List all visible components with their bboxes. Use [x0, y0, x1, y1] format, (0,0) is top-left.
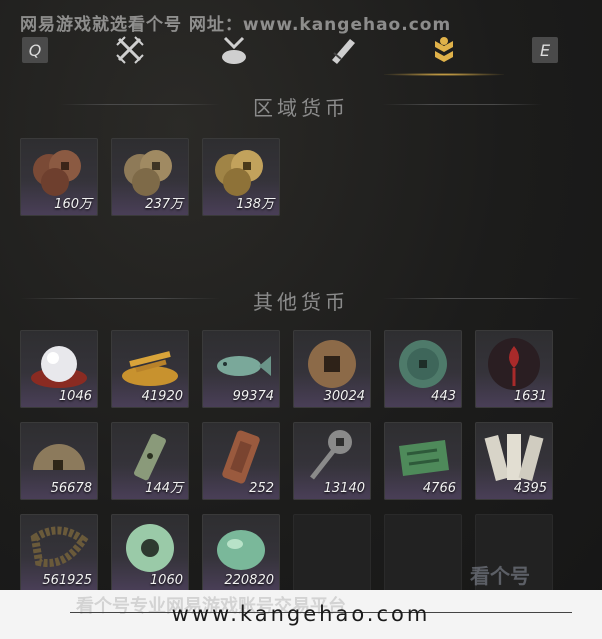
currency-slot[interactable]: 56678 — [20, 422, 98, 500]
divider — [60, 104, 220, 105]
currency-amount: 41920 — [141, 389, 183, 404]
tab-currency[interactable] — [384, 32, 504, 76]
currency-amount: 561925 — [42, 573, 92, 588]
currency-amount: 1631 — [513, 389, 547, 404]
divider — [382, 298, 582, 299]
crossed-swords-icon — [116, 36, 144, 64]
currency-slot[interactable]: 144万 — [111, 422, 189, 500]
currency-slot[interactable]: 220820 — [202, 514, 280, 592]
pearl-icon — [31, 346, 87, 388]
currency-slot[interactable]: 4395 — [475, 422, 553, 500]
jade-bi-icon — [126, 524, 174, 572]
empty-slot — [293, 514, 371, 592]
currency-amount: 30024 — [323, 389, 365, 404]
regional-currency-header: 区域货币 — [0, 92, 602, 121]
jade-coin-icon — [399, 340, 447, 388]
pouch-icon — [222, 36, 246, 64]
green-cloth-icon — [399, 440, 449, 476]
currency-amount: 144万 — [145, 481, 183, 496]
key-coin-icon — [310, 430, 352, 480]
other-currency-header: 其他货币 — [0, 286, 602, 315]
currency-amount: 56678 — [50, 481, 92, 496]
currency-amount: 4766 — [422, 481, 456, 496]
currency-slot[interactable]: 1631 — [475, 330, 553, 408]
currency-slot[interactable]: 138万 — [202, 138, 280, 216]
empty-slot — [384, 514, 462, 592]
footer-banner: 看个号专业网易游戏账号交易平台 www.kangehao.com — [0, 590, 602, 639]
currency-slot[interactable]: 561925 — [20, 514, 98, 592]
red-ornament-icon — [488, 338, 540, 390]
other-currency-title: 其他货币 — [253, 290, 349, 314]
currency-amount: 13140 — [323, 481, 365, 496]
currency-slot[interactable]: 1060 — [111, 514, 189, 592]
currency-amount: 4395 — [513, 481, 547, 496]
divider — [382, 104, 542, 105]
prev-tab-key[interactable]: Q — [22, 37, 48, 63]
currency-slot[interactable]: 99374 — [202, 330, 280, 408]
currency-slot[interactable]: 4766 — [384, 422, 462, 500]
currency-amount: 160万 — [54, 197, 92, 212]
square-hole-coin-icon — [308, 340, 356, 388]
currency-amount: 252 — [249, 481, 274, 496]
currency-slot[interactable]: 160万 — [20, 138, 98, 216]
fish-icon — [217, 356, 271, 376]
currency-slot[interactable]: 13140 — [293, 422, 371, 500]
currency-amount: 99374 — [232, 389, 274, 404]
grain-icon — [122, 351, 178, 386]
currency-slot[interactable]: 237万 — [111, 138, 189, 216]
currency-amount: 237万 — [145, 197, 183, 212]
currency-slot[interactable]: 1046 — [20, 330, 98, 408]
tab-scrolls[interactable] — [322, 32, 362, 68]
tab-weapons[interactable] — [110, 32, 150, 68]
scroll-icon — [332, 39, 355, 64]
currency-slot[interactable]: 41920 — [111, 330, 189, 408]
currency-amount: 443 — [431, 389, 456, 404]
next-tab-key[interactable]: E — [532, 37, 558, 63]
site-logo: 看个号 — [470, 564, 530, 588]
regional-currency-title: 区域货币 — [253, 96, 349, 120]
currency-amount: 1046 — [58, 389, 92, 404]
currency-amount: 220820 — [224, 573, 274, 588]
currency-amount: 138万 — [236, 197, 274, 212]
currency-slot[interactable]: 443 — [384, 330, 462, 408]
half-coin-icon — [33, 444, 85, 470]
currency-icon — [435, 37, 453, 62]
currency-slot[interactable]: 252 — [202, 422, 280, 500]
coin-string-icon — [30, 526, 89, 567]
jade-pendant-icon — [217, 530, 265, 570]
paper-slips-icon — [484, 434, 544, 482]
tab-items[interactable] — [214, 32, 254, 68]
footer-url[interactable]: www.kangehao.com — [0, 602, 602, 626]
divider — [20, 298, 220, 299]
copper-plaque-icon — [222, 430, 260, 484]
currency-slot[interactable]: 30024 — [293, 330, 371, 408]
tab-bar: Q E — [0, 28, 602, 76]
currency-amount: 1060 — [149, 573, 183, 588]
